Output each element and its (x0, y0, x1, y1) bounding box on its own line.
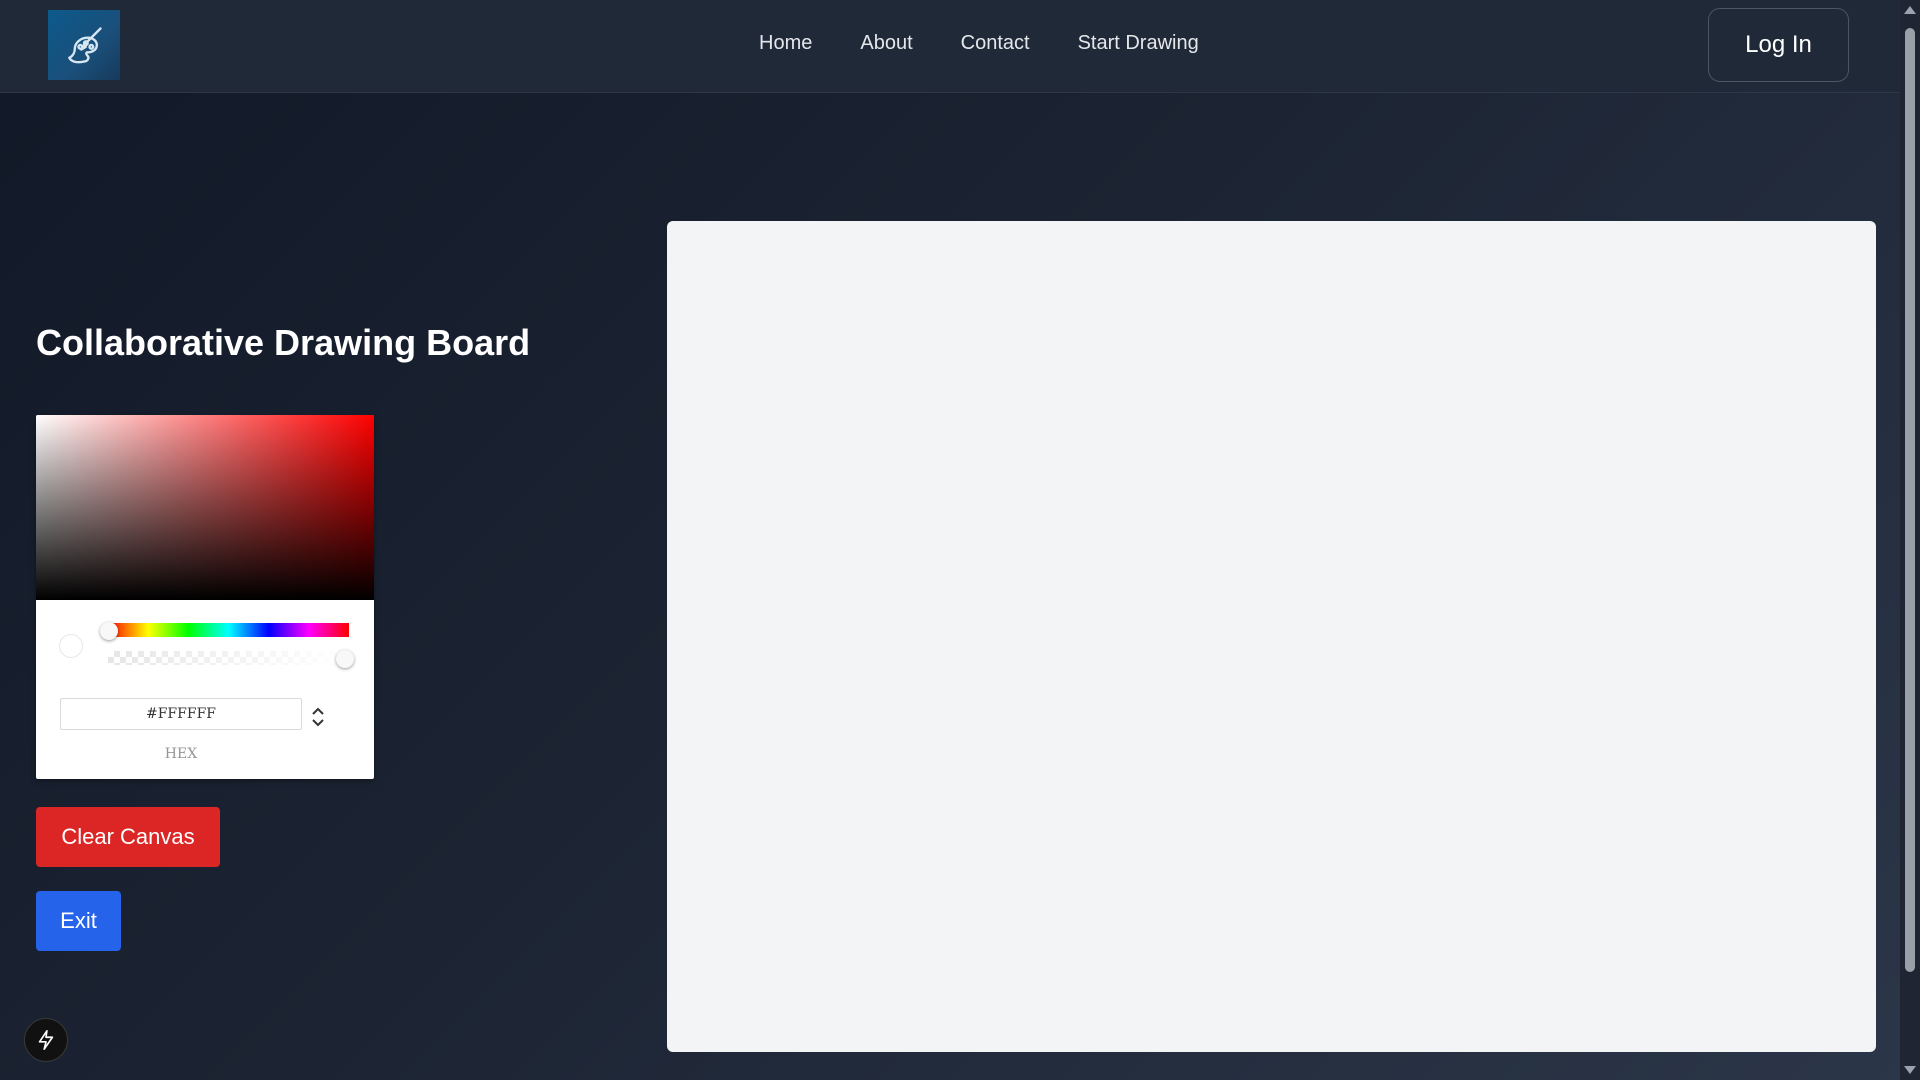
top-navbar: Home About Contact Start Drawing Log In (0, 0, 1900, 93)
logo[interactable] (48, 10, 120, 80)
page-title: Collaborative Drawing Board (36, 322, 531, 363)
alpha-slider[interactable] (108, 651, 349, 665)
nav-contact[interactable]: Contact (961, 32, 1030, 55)
saturation-area[interactable] (36, 415, 374, 600)
clear-canvas-button[interactable]: Clear Canvas (36, 807, 220, 867)
color-swatch (59, 634, 83, 658)
chevron-up-icon (312, 707, 324, 715)
hue-slider-handle[interactable] (100, 622, 118, 640)
scroll-down-arrow-icon[interactable] (1904, 1066, 1916, 1074)
nav-links: Home About Contact Start Drawing (759, 32, 1199, 55)
nav-start-drawing[interactable]: Start Drawing (1078, 32, 1199, 55)
palette-brush-icon (68, 27, 102, 64)
lightning-bolt-icon (38, 1030, 54, 1050)
color-picker: HEX (36, 415, 374, 779)
scroll-thumb[interactable] (1905, 28, 1915, 972)
page-scrollbar[interactable] (1900, 0, 1920, 1080)
hue-slider[interactable] (108, 623, 349, 637)
hex-input[interactable] (60, 698, 302, 730)
drawing-canvas[interactable] (667, 221, 1876, 1052)
nav-home[interactable]: Home (759, 32, 812, 55)
format-toggle[interactable] (308, 699, 328, 735)
login-button[interactable]: Log In (1708, 8, 1849, 82)
alpha-slider-handle[interactable] (336, 650, 354, 668)
dev-tools-badge[interactable] (24, 1018, 68, 1062)
scroll-up-arrow-icon[interactable] (1904, 6, 1916, 14)
hex-label: HEX (164, 746, 198, 762)
nav-about[interactable]: About (860, 32, 912, 55)
chevron-down-icon (312, 719, 324, 727)
exit-button[interactable]: Exit (36, 891, 121, 951)
